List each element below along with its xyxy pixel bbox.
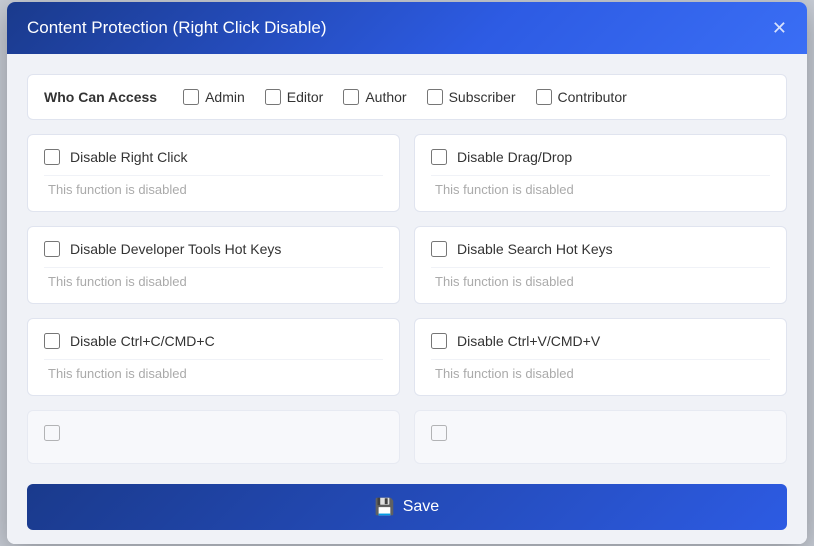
feature-header <box>431 425 770 441</box>
modal: Content Protection (Right Click Disable)… <box>7 2 807 544</box>
feature-card-right-click: Disable Right Click This function is dis… <box>27 134 400 212</box>
editor-checkbox-group[interactable]: Editor <box>265 89 324 105</box>
feature-status: This function is disabled <box>431 267 770 291</box>
save-button[interactable]: 💾 Save <box>27 484 787 530</box>
modal-header: Content Protection (Right Click Disable)… <box>7 2 807 54</box>
save-icon: 💾 <box>375 497 395 517</box>
subscriber-checkbox-group[interactable]: Subscriber <box>427 89 516 105</box>
feature-header: Disable Right Click <box>44 149 383 165</box>
modal-close-button[interactable]: ✕ <box>772 19 787 37</box>
contributor-checkbox-group[interactable]: Contributor <box>536 89 627 105</box>
access-label: Who Can Access <box>44 89 157 105</box>
feature-name: Disable Ctrl+V/CMD+V <box>457 333 600 349</box>
access-row: Who Can Access Admin Editor Author Subsc… <box>27 74 787 120</box>
feature-header <box>44 425 383 441</box>
subscriber-label: Subscriber <box>449 89 516 105</box>
author-label: Author <box>365 89 406 105</box>
disable-dev-tools-checkbox[interactable] <box>44 241 60 257</box>
feature-name: Disable Right Click <box>70 149 187 165</box>
modal-body: Who Can Access Admin Editor Author Subsc… <box>7 54 807 474</box>
admin-checkbox[interactable] <box>183 89 199 105</box>
feature-card-ctrl-v: Disable Ctrl+V/CMD+V This function is di… <box>414 318 787 396</box>
admin-checkbox-group[interactable]: Admin <box>183 89 245 105</box>
feature-partial-right-checkbox[interactable] <box>431 425 447 441</box>
feature-header: Disable Drag/Drop <box>431 149 770 165</box>
feature-card-search-hotkeys: Disable Search Hot Keys This function is… <box>414 226 787 304</box>
feature-header: Disable Developer Tools Hot Keys <box>44 241 383 257</box>
editor-label: Editor <box>287 89 324 105</box>
feature-name: Disable Ctrl+C/CMD+C <box>70 333 215 349</box>
feature-header: Disable Search Hot Keys <box>431 241 770 257</box>
author-checkbox[interactable] <box>343 89 359 105</box>
feature-card-drag-drop: Disable Drag/Drop This function is disab… <box>414 134 787 212</box>
feature-name: Disable Search Hot Keys <box>457 241 613 257</box>
feature-status: This function is disabled <box>44 359 383 383</box>
feature-partial-left-checkbox[interactable] <box>44 425 60 441</box>
feature-card-ctrl-c: Disable Ctrl+C/CMD+C This function is di… <box>27 318 400 396</box>
feature-card-partial-right <box>414 410 787 464</box>
disable-ctrl-c-checkbox[interactable] <box>44 333 60 349</box>
feature-status: This function is disabled <box>44 175 383 199</box>
disable-drag-drop-checkbox[interactable] <box>431 149 447 165</box>
save-label: Save <box>403 498 439 516</box>
author-checkbox-group[interactable]: Author <box>343 89 406 105</box>
feature-status: This function is disabled <box>44 267 383 291</box>
contributor-label: Contributor <box>558 89 627 105</box>
modal-title: Content Protection (Right Click Disable) <box>27 18 327 38</box>
modal-footer: 💾 Save <box>7 474 807 544</box>
feature-name: Disable Developer Tools Hot Keys <box>70 241 281 257</box>
contributor-checkbox[interactable] <box>536 89 552 105</box>
disable-right-click-checkbox[interactable] <box>44 149 60 165</box>
feature-status: This function is disabled <box>431 175 770 199</box>
feature-card-partial-left <box>27 410 400 464</box>
feature-name: Disable Drag/Drop <box>457 149 572 165</box>
feature-header: Disable Ctrl+C/CMD+C <box>44 333 383 349</box>
feature-status: This function is disabled <box>431 359 770 383</box>
features-grid: Disable Right Click This function is dis… <box>27 134 787 464</box>
disable-search-hotkeys-checkbox[interactable] <box>431 241 447 257</box>
feature-card-dev-tools: Disable Developer Tools Hot Keys This fu… <box>27 226 400 304</box>
feature-header: Disable Ctrl+V/CMD+V <box>431 333 770 349</box>
editor-checkbox[interactable] <box>265 89 281 105</box>
subscriber-checkbox[interactable] <box>427 89 443 105</box>
disable-ctrl-v-checkbox[interactable] <box>431 333 447 349</box>
admin-label: Admin <box>205 89 245 105</box>
